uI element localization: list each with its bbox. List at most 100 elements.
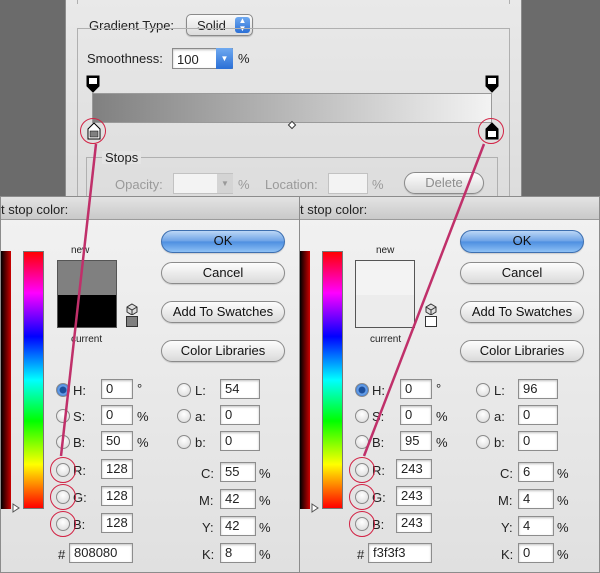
s-radio[interactable]	[355, 409, 369, 423]
color-swatch-preview	[57, 260, 117, 328]
picker-title: t stop color:	[300, 202, 368, 217]
b-input[interactable]: 95	[400, 431, 432, 451]
opacity-stop-left-icon[interactable]	[86, 75, 100, 93]
s-label: S:	[372, 409, 385, 424]
b-input[interactable]: 50	[101, 431, 133, 451]
lab-b-input[interactable]: 0	[518, 431, 558, 451]
web-safe-swatch[interactable]	[425, 316, 437, 327]
m-input[interactable]: 4	[518, 489, 554, 509]
opacity-dropdown-icon[interactable]: ▼	[217, 174, 233, 193]
y-input[interactable]: 4	[518, 516, 554, 536]
a-input[interactable]: 0	[220, 405, 260, 425]
h-input[interactable]: 0	[101, 379, 133, 399]
new-color-swatch	[356, 261, 414, 295]
highlight-ring-r	[349, 457, 375, 483]
dropdown-arrow-icon[interactable]: ▼	[216, 48, 233, 69]
l-radio[interactable]	[177, 383, 191, 397]
hex-input[interactable]: f3f3f3	[368, 543, 432, 563]
cancel-button[interactable]: Cancel	[460, 262, 584, 284]
c-input[interactable]: 55	[220, 462, 256, 482]
lab-b-radio[interactable]	[476, 435, 490, 449]
l-radio[interactable]	[476, 383, 490, 397]
picker-title: t stop color:	[1, 202, 69, 217]
y-unit: %	[259, 520, 271, 535]
opacity-label: Opacity:	[115, 177, 163, 192]
gradient-preview-bar[interactable]	[92, 93, 492, 123]
b-label: B:	[73, 435, 86, 450]
cube-warning-icon[interactable]	[126, 303, 138, 315]
opacity-field[interactable]: ▼	[173, 173, 233, 194]
ok-button[interactable]: OK	[460, 230, 584, 253]
b-radio[interactable]	[56, 435, 70, 449]
blue-input[interactable]: 128	[101, 513, 133, 533]
l-input[interactable]: 96	[518, 379, 558, 399]
m-unit: %	[557, 493, 569, 508]
s-label: S:	[73, 409, 86, 424]
s-unit: %	[137, 409, 149, 424]
color-swatch-preview	[355, 260, 415, 328]
highlight-ring-left-stop	[80, 118, 106, 144]
web-safe-swatch[interactable]	[126, 316, 138, 327]
g-input[interactable]: 243	[396, 486, 432, 506]
ok-button[interactable]: OK	[161, 230, 285, 253]
cancel-button[interactable]: Cancel	[161, 262, 285, 284]
color-libraries-button[interactable]: Color Libraries	[161, 340, 285, 362]
highlight-ring-g	[349, 484, 375, 510]
hue-slider[interactable]	[23, 251, 44, 509]
picker-titlebar: t stop color:	[1, 197, 300, 220]
smoothness-field[interactable]: 100 ▼	[172, 48, 233, 69]
k-input[interactable]: 8	[220, 543, 256, 563]
delete-button[interactable]: Delete	[404, 172, 484, 194]
opacity-stop-right-icon[interactable]	[485, 75, 499, 93]
c-label: C:	[500, 466, 513, 481]
h-input[interactable]: 0	[400, 379, 432, 399]
add-to-swatches-button[interactable]: Add To Swatches	[161, 301, 285, 323]
r-input[interactable]: 243	[396, 459, 432, 479]
location-field[interactable]	[328, 173, 368, 194]
a-radio[interactable]	[476, 409, 490, 423]
highlight-ring-right-stop	[478, 118, 504, 144]
k-input[interactable]: 0	[518, 543, 554, 563]
g-input[interactable]: 128	[101, 486, 133, 506]
blue-input[interactable]: 243	[396, 513, 432, 533]
highlight-ring-b	[349, 511, 375, 537]
y-input[interactable]: 42	[220, 516, 256, 536]
color-field[interactable]	[300, 251, 310, 509]
m-input[interactable]: 42	[220, 489, 256, 509]
lab-b-input[interactable]: 0	[220, 431, 260, 451]
lab-b-radio[interactable]	[177, 435, 191, 449]
lab-b-label: b:	[494, 435, 505, 450]
location-unit: %	[372, 177, 384, 192]
r-input[interactable]: 128	[101, 459, 133, 479]
l-input[interactable]: 54	[220, 379, 260, 399]
a-radio[interactable]	[177, 409, 191, 423]
hex-input[interactable]: 808080	[69, 543, 133, 563]
s-input[interactable]: 0	[101, 405, 133, 425]
c-input[interactable]: 6	[518, 462, 554, 482]
m-unit: %	[259, 493, 271, 508]
l-label: L:	[195, 383, 206, 398]
y-label: Y:	[202, 520, 214, 535]
a-label: a:	[494, 409, 505, 424]
add-to-swatches-button[interactable]: Add To Swatches	[460, 301, 584, 323]
picker-titlebar: t stop color:	[300, 197, 599, 220]
color-field[interactable]	[1, 251, 11, 509]
new-label: new	[376, 245, 395, 256]
current-label: current	[370, 334, 402, 345]
s-radio[interactable]	[56, 409, 70, 423]
b-radio[interactable]	[355, 435, 369, 449]
hue-slider-handle-icon[interactable]	[311, 503, 319, 513]
k-unit: %	[557, 547, 569, 562]
h-radio[interactable]	[56, 383, 70, 397]
hex-label: #	[357, 547, 365, 562]
s-input[interactable]: 0	[400, 405, 432, 425]
color-libraries-button[interactable]: Color Libraries	[460, 340, 584, 362]
h-radio[interactable]	[355, 383, 369, 397]
a-input[interactable]: 0	[518, 405, 558, 425]
hue-slider[interactable]	[322, 251, 343, 509]
k-unit: %	[259, 547, 271, 562]
cube-warning-icon[interactable]	[425, 303, 437, 315]
m-label: M:	[498, 493, 513, 508]
lab-b-label: b:	[195, 435, 206, 450]
hue-slider-handle-icon[interactable]	[12, 503, 20, 513]
